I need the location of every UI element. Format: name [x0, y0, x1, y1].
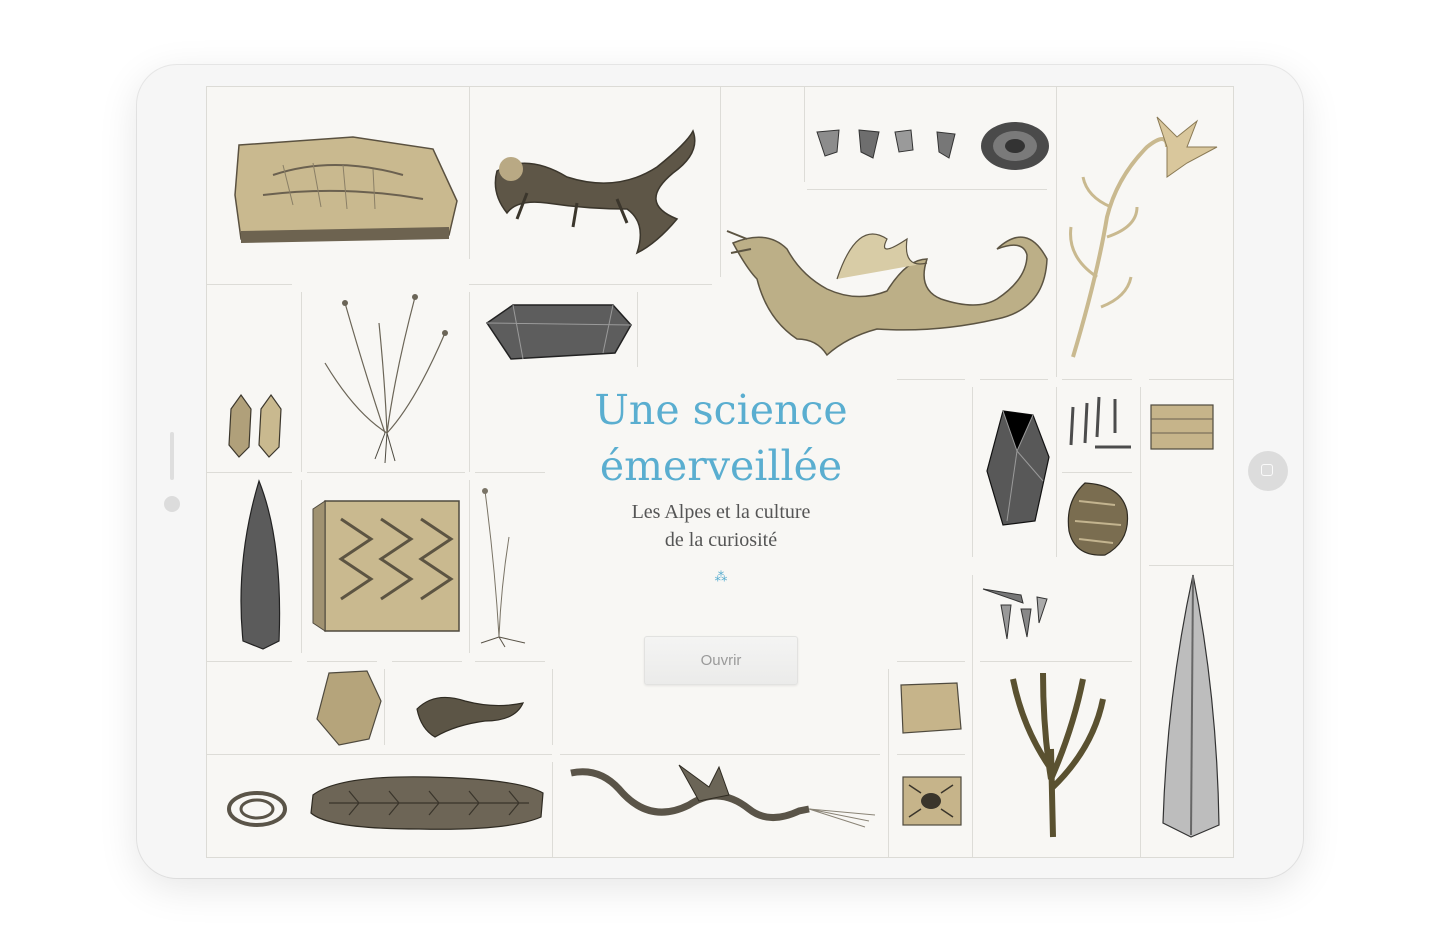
- grid-rule: [469, 87, 470, 259]
- rock-stone-illustration: [316, 670, 382, 746]
- grid-rule: [1062, 472, 1132, 473]
- fern-plant-illustration: [1010, 672, 1106, 838]
- cone-shells-illustration: [982, 588, 1048, 640]
- grid-rule: [301, 292, 302, 472]
- smoky-quartz-illustration: [986, 410, 1050, 526]
- grid-rule: [307, 661, 377, 662]
- coiled-snake-illustration: [227, 791, 287, 827]
- wooden-chest-illustration: [1150, 404, 1214, 450]
- grid-rule: [560, 754, 880, 755]
- grid-rule: [469, 284, 712, 285]
- home-square-icon: [1261, 464, 1273, 476]
- belemnite-illustration: [240, 479, 281, 650]
- grid-rule: [307, 472, 465, 473]
- nails-illustration: [1069, 396, 1131, 449]
- grid-rule: [897, 661, 965, 662]
- quartz-crystal-illustration: [485, 304, 632, 360]
- flowering-plant-illustration: [1069, 116, 1218, 358]
- small-grass-illustration: [480, 488, 526, 648]
- grid-rule: [888, 669, 889, 857]
- grid-rule: [980, 379, 1048, 380]
- grid-rule: [972, 387, 973, 557]
- grid-rule: [980, 661, 1132, 662]
- asterism-ornament: ⁂: [714, 570, 728, 585]
- cover-title: Une science émerveillée: [527, 382, 915, 494]
- grid-rule: [475, 661, 545, 662]
- lizard-illustration: [416, 696, 525, 738]
- grass-plant-illustration: [324, 294, 448, 464]
- cover-subtitle-line1: Les Alpes et la culture: [631, 501, 811, 523]
- camera-dot: [164, 496, 180, 512]
- long-shell-illustration: [1162, 574, 1220, 838]
- grid-rule: [469, 292, 470, 472]
- grid-rule: [1149, 565, 1233, 566]
- grid-rule: [552, 669, 553, 745]
- cover-subtitle: Les Alpes et la culture de la curiosité: [547, 498, 895, 554]
- fossil-fish-slab-illustration: [234, 136, 458, 243]
- cover-title-line2: émerveillée: [599, 442, 843, 490]
- grid-rule: [207, 472, 292, 473]
- grid-rule: [972, 575, 973, 857]
- dragon-illustration: [726, 230, 1048, 357]
- insect-fossil-illustration: [902, 776, 962, 826]
- coral-mineral-illustration: [1067, 482, 1129, 556]
- winged-serpent-illustration: [570, 764, 876, 828]
- grid-rule: [804, 87, 805, 182]
- grid-rule: [1062, 379, 1132, 380]
- grid-rule: [1140, 387, 1141, 857]
- cover-title-line1: Une science: [594, 386, 848, 434]
- volume-slot: [170, 432, 174, 480]
- wood-grain-cube-illustration: [312, 500, 460, 632]
- grid-rule: [897, 379, 965, 380]
- salamander-illustration: [494, 129, 696, 255]
- grid-rule: [207, 661, 292, 662]
- grid-rule: [1149, 379, 1233, 380]
- grid-rule: [637, 292, 638, 367]
- grid-rule: [807, 189, 1047, 190]
- home-button[interactable]: [1248, 451, 1288, 491]
- crystal-fragments-illustration: [816, 122, 1049, 170]
- grid-rule: [1056, 87, 1057, 377]
- stone-slab-illustration: [900, 682, 962, 734]
- grid-rule: [301, 480, 302, 653]
- fossil-log-illustration: [310, 776, 544, 830]
- grid-rule: [1056, 387, 1057, 557]
- grid-rule: [207, 284, 292, 285]
- grid-rule: [469, 480, 470, 653]
- grid-rule: [552, 762, 553, 857]
- twin-crystals-illustration: [228, 393, 282, 458]
- cover-subtitle-line2: de la curiosité: [664, 529, 778, 551]
- grid-rule: [207, 754, 552, 755]
- grid-rule: [392, 661, 462, 662]
- app-screen: Une science émerveillée Les Alpes et la …: [206, 86, 1234, 858]
- grid-rule: [897, 754, 965, 755]
- open-button[interactable]: Ouvrir: [644, 636, 798, 685]
- grid-rule: [720, 87, 721, 277]
